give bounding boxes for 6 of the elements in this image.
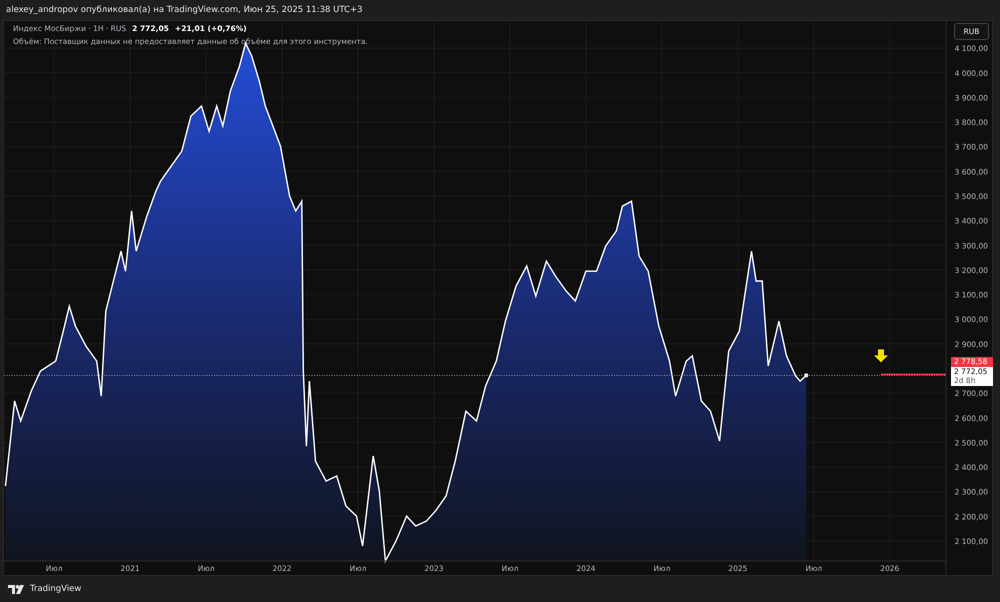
arrow-icon bbox=[874, 349, 888, 362]
alert-line bbox=[881, 374, 946, 376]
logo-icon bbox=[8, 584, 26, 594]
publish-info: alexey_andropov опубликовал(а) на TradingView.com, Июн 25, 2025 11:38 UTC+3 bbox=[6, 5, 362, 15]
last-point-marker bbox=[804, 373, 808, 378]
logo-text: TradingView bbox=[30, 584, 82, 594]
